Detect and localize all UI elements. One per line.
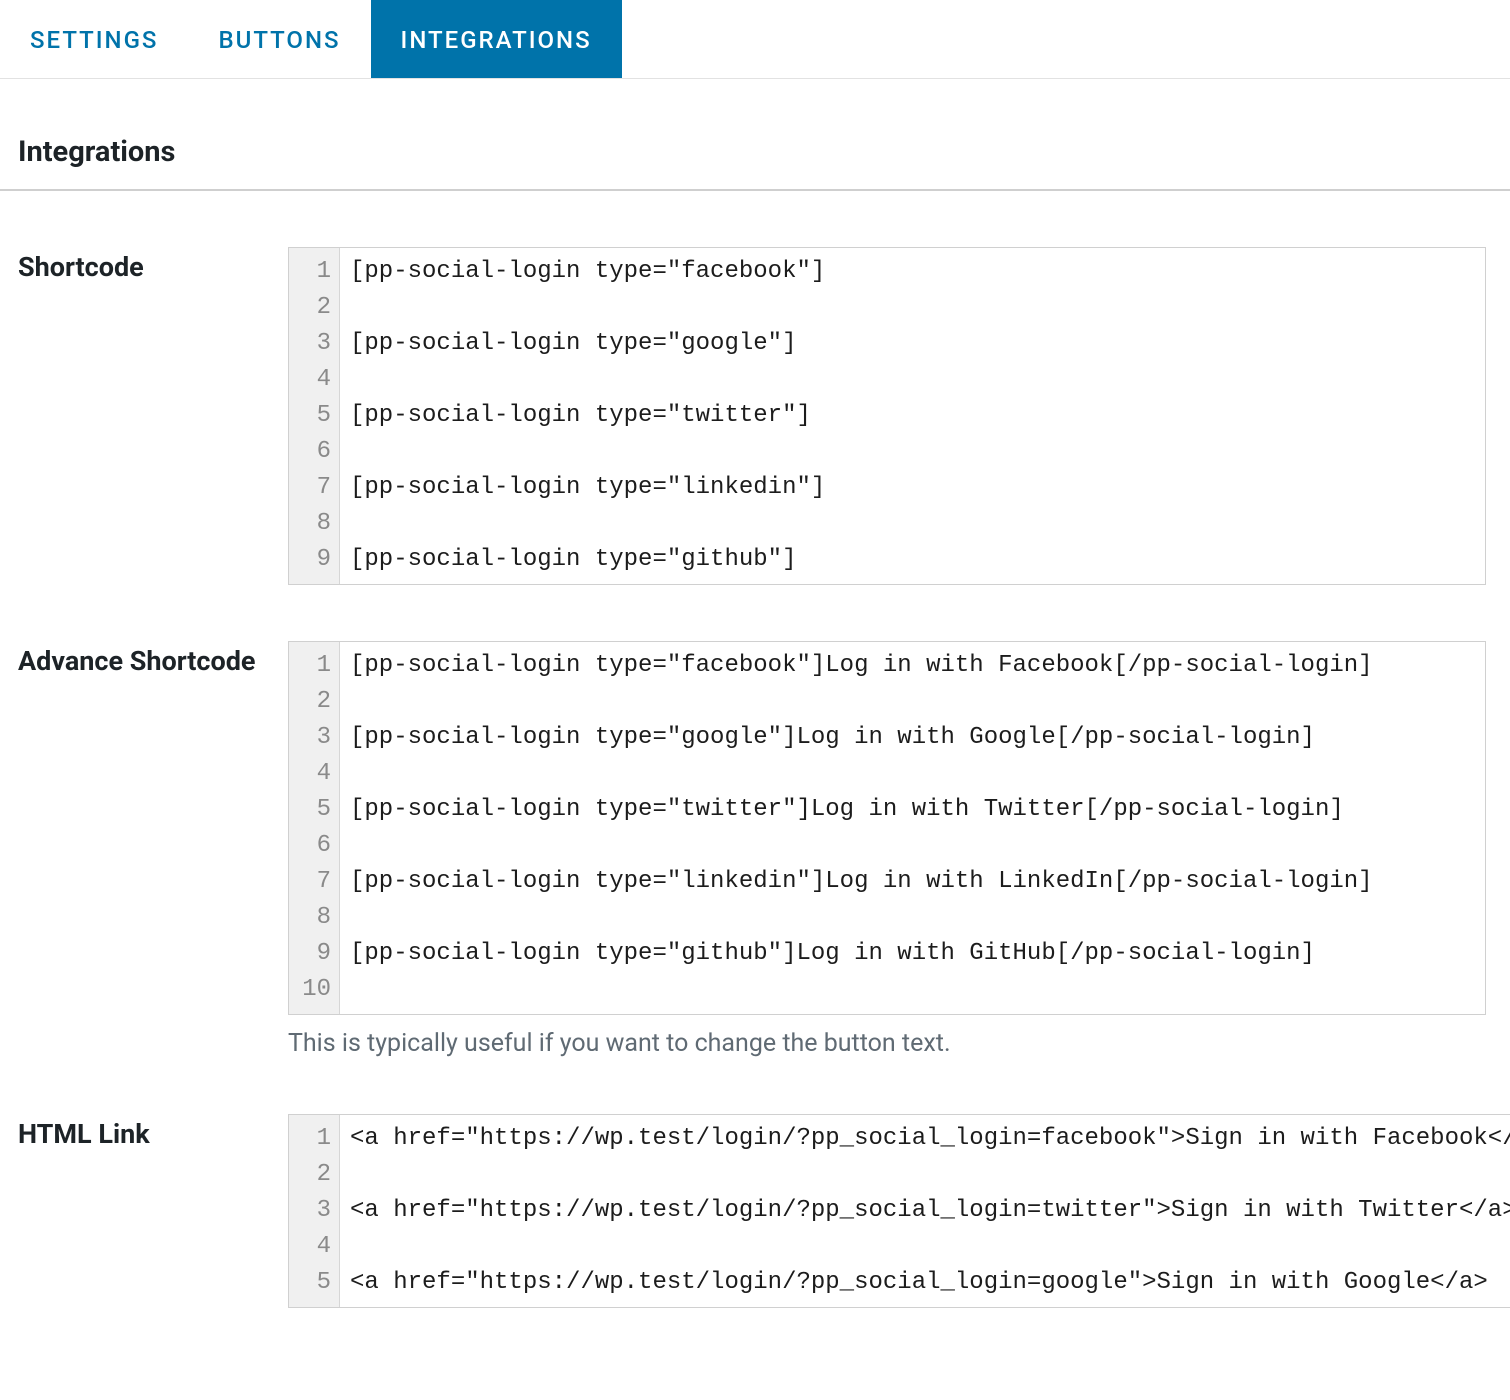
code-content[interactable]: <a href="https://wp.test/login/?pp_socia… [340,1115,1510,1307]
line-number-gutter: 12345 [289,1115,340,1307]
line-number-gutter: 12345678910 [289,642,340,1014]
field-label-shortcode: Shortcode [18,247,288,285]
code-editor-html-link[interactable]: 12345 <a href="https://wp.test/login/?pp… [288,1114,1510,1308]
field-label-html-link: HTML Link [18,1114,288,1152]
field-advance-shortcode: Advance Shortcode 12345678910 [pp-social… [0,585,1510,1058]
helper-text-advance-shortcode: This is typically useful if you want to … [288,1029,1486,1058]
tab-integrations[interactable]: INTEGRATIONS [371,0,622,78]
line-number-gutter: 123456789 [289,248,340,584]
code-content[interactable]: [pp-social-login type="facebook"][pp-soc… [340,248,1485,584]
code-editor-advance-shortcode[interactable]: 12345678910 [pp-social-login type="faceb… [288,641,1486,1015]
field-shortcode: Shortcode 123456789 [pp-social-login typ… [0,191,1510,585]
field-label-advance-shortcode: Advance Shortcode [18,641,288,679]
field-html-link: HTML Link 12345 <a href="https://wp.test… [0,1058,1510,1308]
section-header: Integrations [0,79,1510,191]
tab-bar: SETTINGS BUTTONS INTEGRATIONS [0,0,1510,79]
tab-buttons[interactable]: BUTTONS [188,0,370,78]
code-editor-shortcode[interactable]: 123456789 [pp-social-login type="faceboo… [288,247,1486,585]
tab-settings[interactable]: SETTINGS [0,0,188,78]
section-title: Integrations [18,135,1510,169]
code-content[interactable]: [pp-social-login type="facebook"]Log in … [340,642,1485,1014]
